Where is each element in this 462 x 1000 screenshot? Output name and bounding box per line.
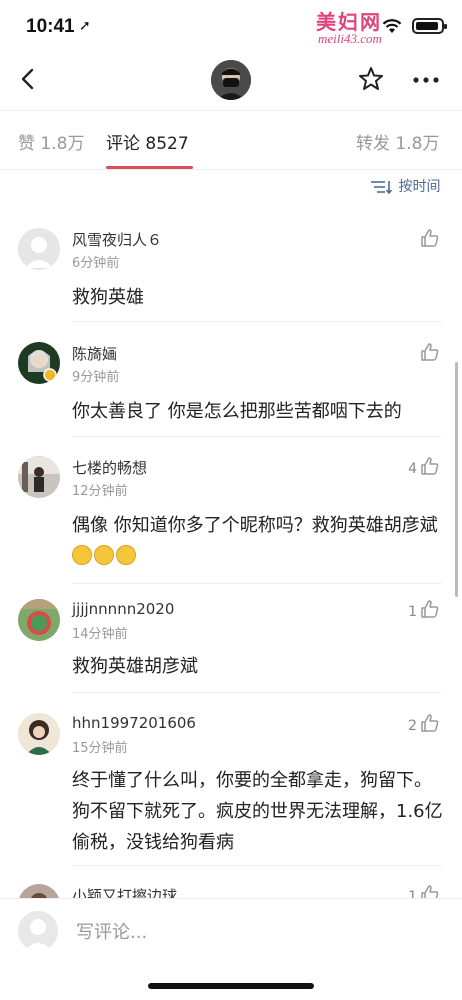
like-count: 4 (408, 461, 417, 477)
comment-text: 你太善良了 你是怎么把那些苦都咽下去的 (72, 401, 402, 422)
comment-time: 12分钟前 (72, 484, 128, 499)
comment-divider (72, 436, 442, 437)
commenter-name[interactable]: 七楼的畅想 (72, 457, 147, 478)
home-indicator (148, 983, 314, 989)
comment-text: 救狗英雄胡彦斌 (72, 656, 198, 677)
commenter-name[interactable]: 风雪夜归人６ (72, 229, 162, 250)
watermark-url: meili43.com (318, 31, 382, 46)
nav-bar (0, 52, 462, 110)
thumbs-up-icon (421, 600, 439, 618)
commenter-avatar[interactable] (18, 599, 60, 641)
comment-divider (72, 583, 442, 584)
favorite-star-icon[interactable] (356, 64, 386, 94)
comment-text: 偶像 你知道你多了个昵称吗？救狗英雄胡彦斌 (72, 510, 444, 572)
commenter-avatar[interactable] (18, 228, 60, 270)
like-button[interactable]: 2 (408, 713, 440, 734)
battery-icon (412, 18, 447, 34)
author-avatar[interactable] (211, 60, 251, 100)
comment-divider (72, 865, 442, 866)
comment-text: 终于懂了什么叫，你要的全都拿走，狗留下。狗不留下就死了。疯皮的世界无法理解，1.… (72, 770, 443, 853)
thumbs-up-icon (421, 714, 439, 732)
comment-input[interactable]: 写评论... (76, 918, 147, 944)
like-button[interactable]: 4 (408, 456, 440, 477)
like-button[interactable] (417, 228, 440, 249)
comment-divider (72, 692, 442, 693)
tab-bar: 赞 1.8万 评论 8527 转发 1.8万 (0, 110, 462, 170)
like-count: 2 (408, 718, 417, 734)
thumbs-up-icon (421, 229, 439, 247)
thumbs-up-icon (421, 343, 439, 361)
laughing-tears-emoji-icon (116, 545, 136, 565)
comment-time: 15分钟前 (72, 741, 128, 756)
sort-by-time-button[interactable]: 按时间 (370, 176, 440, 196)
comment-time: 9分钟前 (72, 370, 120, 385)
comment-time: 6分钟前 (72, 256, 120, 271)
tab-likes[interactable]: 赞 1.8万 (18, 129, 84, 154)
comment-time: 14分钟前 (72, 627, 128, 642)
like-button[interactable] (417, 342, 440, 363)
laughing-tears-emoji-icon (94, 545, 114, 565)
commenter-name[interactable]: 陈旖婳 (72, 343, 117, 364)
thumbs-up-icon (421, 457, 439, 475)
status-time: 10:41 (26, 16, 75, 37)
like-count: 1 (408, 604, 417, 620)
like-button[interactable]: 1 (408, 599, 440, 620)
commenter-avatar[interactable] (18, 456, 60, 498)
comment-divider (72, 321, 442, 322)
comment-text: 救狗英雄 (72, 287, 144, 308)
tab-comments[interactable]: 评论 8527 (106, 129, 189, 154)
sort-icon (371, 181, 392, 194)
back-arrow-icon[interactable] (14, 64, 44, 94)
commenter-name[interactable]: jjjjnnnnn2020 (72, 600, 174, 618)
sort-label: 按时间 (398, 179, 441, 195)
commenter-avatar[interactable] (18, 342, 60, 384)
wifi-icon (382, 19, 402, 33)
my-avatar (18, 911, 58, 951)
active-tab-indicator (106, 166, 193, 169)
scroll-indicator[interactable] (455, 362, 458, 597)
laughing-tears-emoji-icon (72, 545, 92, 565)
more-options-icon[interactable] (410, 66, 442, 94)
commenter-name[interactable]: hhn1997201606 (72, 714, 196, 732)
location-arrow-icon: ➚ (79, 18, 91, 34)
comment-text-content: 偶像 你知道你多了个昵称吗？救狗英雄胡彦斌 (72, 515, 438, 536)
commenter-avatar[interactable] (18, 713, 60, 755)
status-bar: 10:41 ➚ 美妇网 meili43.com (0, 0, 462, 52)
tab-reposts[interactable]: 转发 1.8万 (356, 129, 439, 154)
